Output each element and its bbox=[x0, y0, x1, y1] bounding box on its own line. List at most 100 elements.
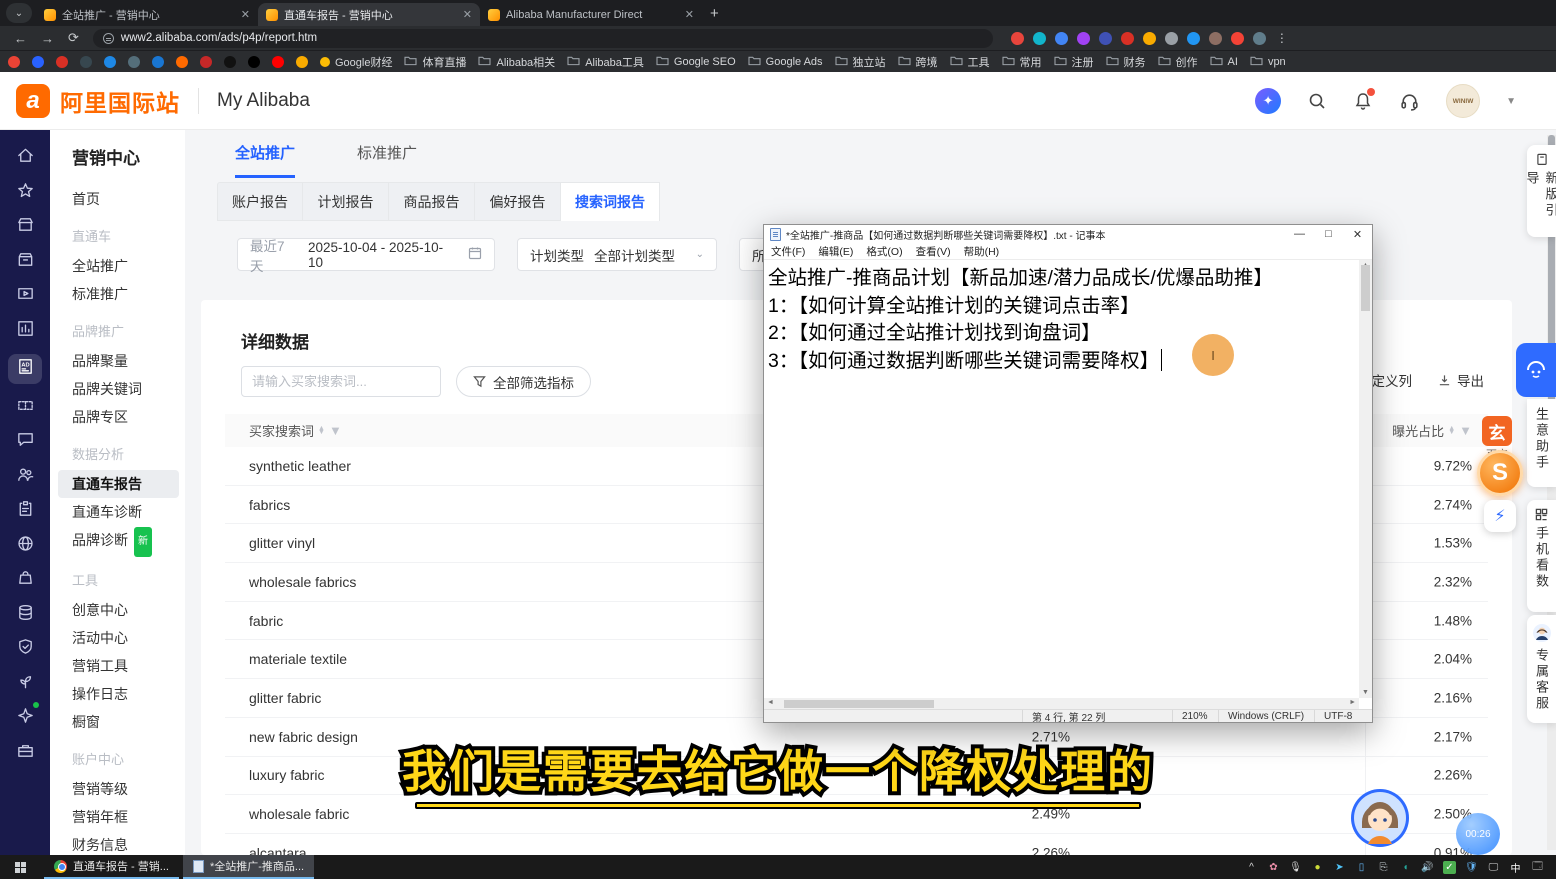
notepad-editor[interactable]: 全站推广-推商品计划【新品加速/潜力品成长/优爆品助推】1：【如何计算全站推计划… bbox=[765, 260, 1359, 698]
extension-icon[interactable] bbox=[1231, 32, 1244, 45]
bookmark-favicon-icon[interactable] bbox=[128, 56, 140, 68]
sprout-icon[interactable] bbox=[8, 673, 42, 695]
tray-flower-icon[interactable]: ✿ bbox=[1267, 861, 1280, 874]
reload-button[interactable]: ⟳ bbox=[68, 30, 79, 46]
bookmark-folder[interactable]: 独立站 bbox=[835, 54, 886, 70]
notepad-vscroll-thumb[interactable] bbox=[1361, 265, 1370, 311]
bookmark-favicon-icon[interactable] bbox=[104, 56, 116, 68]
tray-globe-icon[interactable]: ● bbox=[1311, 861, 1324, 874]
assistant-tab[interactable] bbox=[1516, 343, 1556, 397]
bookmark-folder[interactable]: 注册 bbox=[1054, 54, 1094, 70]
extension-icon[interactable] bbox=[1077, 32, 1090, 45]
tab-close-icon[interactable]: ✕ bbox=[685, 8, 694, 21]
bookmark-favicon-icon[interactable] bbox=[56, 56, 68, 68]
people-icon[interactable] bbox=[8, 466, 42, 488]
lightning-share-icon[interactable]: ⚡ bbox=[1484, 500, 1516, 532]
bookmark-folder[interactable]: vpn bbox=[1250, 55, 1286, 69]
filter-icon[interactable]: ▼ bbox=[1459, 423, 1472, 438]
briefcase-icon[interactable] bbox=[8, 742, 42, 764]
bookmark-folder[interactable]: Google SEO bbox=[656, 55, 736, 69]
bell-icon[interactable] bbox=[1353, 91, 1373, 111]
star-icon[interactable] bbox=[8, 182, 42, 204]
search-icon[interactable] bbox=[1307, 91, 1327, 111]
shop-icon[interactable] bbox=[8, 216, 42, 238]
sidebar-item-标准推广[interactable]: 标准推广 bbox=[72, 280, 185, 308]
back-button[interactable]: ← bbox=[14, 31, 27, 46]
sidebar-item-橱窗[interactable]: 橱窗 bbox=[72, 708, 185, 736]
tab-标准推广[interactable]: 标准推广 bbox=[357, 142, 417, 178]
bookmark-favicon-icon[interactable] bbox=[8, 56, 20, 68]
start-button[interactable] bbox=[0, 855, 40, 879]
sidebar-item-品牌诊断[interactable]: 品牌诊断新 bbox=[72, 526, 185, 557]
sidebar-item-首页[interactable]: 首页 bbox=[72, 185, 185, 213]
extension-icon[interactable] bbox=[1055, 32, 1068, 45]
tray-chevron-up-icon[interactable]: ^ bbox=[1245, 861, 1258, 874]
tab-search-button[interactable]: ⌄ bbox=[6, 3, 32, 23]
globe-icon[interactable] bbox=[8, 535, 42, 557]
taskbar-task[interactable]: *全站推广-推商品... bbox=[183, 855, 314, 879]
chart-icon[interactable] bbox=[8, 320, 42, 342]
menu-文件(F)[interactable]: 文件(F) bbox=[771, 244, 805, 259]
report-tab-计划报告[interactable]: 计划报告 bbox=[303, 182, 389, 221]
bookmark-folder[interactable]: Alibaba工具 bbox=[567, 54, 644, 70]
chevron-down-icon[interactable]: ▼ bbox=[1506, 96, 1516, 107]
extension-icon[interactable] bbox=[1187, 32, 1200, 45]
bookmark-favicon-icon[interactable] bbox=[224, 56, 236, 68]
bookmark-favicon-icon[interactable] bbox=[248, 56, 260, 68]
sidebar-item-全站推广[interactable]: 全站推广 bbox=[72, 252, 185, 280]
menu-帮助(H)[interactable]: 帮助(H) bbox=[964, 244, 1000, 259]
tray-bird-icon[interactable]: ➤ bbox=[1333, 861, 1346, 874]
home-icon[interactable] bbox=[8, 147, 42, 169]
bookmark-folder[interactable]: 财务 bbox=[1106, 54, 1146, 70]
forward-button[interactable]: → bbox=[41, 31, 54, 46]
new-tab-button[interactable]: + bbox=[710, 5, 719, 22]
sidebar-item-创意中心[interactable]: 创意中心 bbox=[72, 596, 185, 624]
tray-speaker-icon[interactable]: 🔊 bbox=[1421, 861, 1434, 874]
bookmark-folder[interactable]: 工具 bbox=[950, 54, 990, 70]
bookmark-favicon-icon[interactable] bbox=[200, 56, 212, 68]
tab-close-icon[interactable]: ✕ bbox=[463, 8, 472, 21]
date-range-filter[interactable]: 最近7天 2025-10-04 - 2025-10-10 bbox=[237, 238, 495, 271]
sort-icons[interactable]: ▲▼ bbox=[1448, 427, 1455, 435]
bookmark-favicon-icon[interactable] bbox=[152, 56, 164, 68]
tray-phone-icon[interactable]: ▯ bbox=[1355, 861, 1368, 874]
extension-icon[interactable] bbox=[1011, 32, 1024, 45]
site-info-icon[interactable] bbox=[103, 33, 114, 44]
s-coin-icon[interactable]: S bbox=[1477, 450, 1523, 496]
new-version-guide-tab[interactable]: 新版引导 bbox=[1527, 145, 1556, 237]
ad-doc-icon[interactable]: AD bbox=[8, 354, 42, 384]
database-icon[interactable] bbox=[8, 604, 42, 626]
sort-icons[interactable]: ▲▼ bbox=[318, 427, 325, 435]
bookmark-favicon-icon[interactable] bbox=[32, 56, 44, 68]
tray-usb-icon[interactable]: ⎘ bbox=[1377, 861, 1390, 874]
notepad-vscrollbar[interactable]: ▲▼ bbox=[1359, 260, 1372, 698]
extension-icon[interactable] bbox=[1209, 32, 1222, 45]
taskbar-task[interactable]: 直通车报告 - 营销... bbox=[44, 855, 179, 879]
bookmark-folder[interactable]: 创作 bbox=[1158, 54, 1198, 70]
browser-tab[interactable]: 直通车报告 - 营销中心✕ bbox=[258, 3, 480, 26]
bookmark-link[interactable]: Google财经 bbox=[320, 54, 392, 70]
business-assistant-tab[interactable]: 生意助手 bbox=[1527, 399, 1556, 487]
sidebar-item-直通车诊断[interactable]: 直通车诊断 bbox=[72, 498, 185, 526]
dedicated-service-tab[interactable]: 专属客服 bbox=[1527, 615, 1556, 723]
extension-icon[interactable] bbox=[1253, 32, 1266, 45]
maximize-button[interactable]: □ bbox=[1314, 225, 1343, 243]
address-bar[interactable]: www2.alibaba.com/ads/p4p/report.htm bbox=[93, 29, 993, 48]
extension-icon[interactable] bbox=[1165, 32, 1178, 45]
shield-icon[interactable] bbox=[8, 638, 42, 660]
sidebar-item-活动中心[interactable]: 活动中心 bbox=[72, 624, 185, 652]
box-icon[interactable] bbox=[8, 251, 42, 273]
page-scrollbar[interactable] bbox=[1547, 135, 1556, 850]
report-tab-搜索词报告[interactable]: 搜索词报告 bbox=[561, 182, 660, 221]
search-input[interactable] bbox=[252, 374, 428, 389]
browser-tab[interactable]: 全站推广 - 营销中心✕ bbox=[36, 3, 258, 26]
extension-icon[interactable] bbox=[1143, 32, 1156, 45]
menu-格式(O)[interactable]: 格式(O) bbox=[866, 244, 902, 259]
extension-icon[interactable] bbox=[1121, 32, 1134, 45]
browser-menu-icon[interactable]: ⋮ bbox=[1276, 31, 1288, 45]
brand[interactable]: a 阿里国际站 My Alibaba bbox=[16, 84, 310, 118]
menu-查看(V)[interactable]: 查看(V) bbox=[916, 244, 951, 259]
video-icon[interactable] bbox=[8, 285, 42, 307]
sidebar-item-品牌关键词[interactable]: 品牌关键词 bbox=[72, 375, 185, 403]
bookmark-folder[interactable]: 常用 bbox=[1002, 54, 1042, 70]
